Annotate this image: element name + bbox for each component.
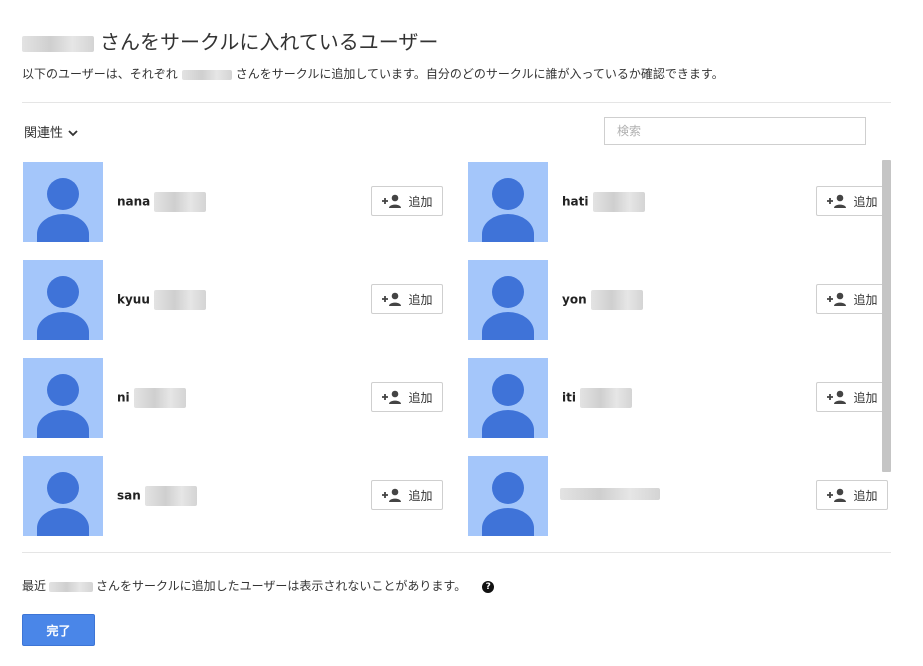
- subtitle-suffix: さんをサークルに追加しています。自分のどのサークルに誰が入っているか確認できます…: [235, 67, 724, 81]
- add-to-circle-button[interactable]: 追加: [816, 382, 888, 412]
- add-person-icon: [382, 292, 402, 306]
- user-card: ni 追加: [23, 358, 443, 438]
- add-person-icon: [382, 488, 402, 502]
- redacted-name: [592, 192, 645, 212]
- dialog-title-text: さんをサークルに入れているユーザー: [100, 30, 439, 54]
- avatar[interactable]: [468, 358, 548, 438]
- add-to-circle-button[interactable]: 追加: [816, 480, 888, 510]
- add-person-icon: [382, 194, 402, 208]
- add-to-circle-button[interactable]: 追加: [371, 480, 443, 510]
- sort-label: 関連性: [24, 126, 64, 141]
- chevron-down-icon: [68, 130, 78, 137]
- user-name[interactable]: nana: [117, 192, 207, 212]
- dialog-title: さんをサークルに入れているユーザー: [22, 26, 438, 55]
- add-person-icon: [827, 390, 847, 404]
- add-person-icon: [827, 194, 847, 208]
- add-to-circle-button[interactable]: 追加: [371, 284, 443, 314]
- redacted-name: [181, 69, 232, 80]
- redacted-name: [133, 388, 186, 408]
- redacted-name: [22, 35, 94, 52]
- redacted-name: [590, 290, 643, 310]
- add-person-icon: [827, 488, 847, 502]
- user-name[interactable]: san: [117, 486, 197, 506]
- divider-top: [22, 102, 891, 103]
- add-to-circle-button[interactable]: 追加: [816, 284, 888, 314]
- user-card: 追加: [468, 456, 888, 536]
- avatar[interactable]: [468, 260, 548, 340]
- avatar[interactable]: [23, 456, 103, 536]
- redacted-name: [144, 486, 197, 506]
- add-person-icon: [382, 390, 402, 404]
- redacted-name: [154, 192, 207, 212]
- redacted-name: [560, 487, 660, 500]
- user-name[interactable]: iti: [562, 388, 632, 408]
- redacted-name: [579, 388, 632, 408]
- user-card: nana 追加: [23, 162, 443, 242]
- avatar[interactable]: [23, 260, 103, 340]
- user-card: san 追加: [23, 456, 443, 536]
- divider-bottom: [22, 552, 891, 553]
- avatar[interactable]: [23, 162, 103, 242]
- add-to-circle-button[interactable]: 追加: [371, 382, 443, 412]
- redacted-name: [49, 581, 94, 592]
- avatar[interactable]: [468, 456, 548, 536]
- user-name[interactable]: hati: [562, 192, 645, 212]
- subtitle-prefix: 以下のユーザーは、それぞれ: [22, 67, 178, 81]
- add-to-circle-button[interactable]: 追加: [371, 186, 443, 216]
- redacted-name: [153, 290, 206, 310]
- avatar[interactable]: [468, 162, 548, 242]
- user-name[interactable]: ni: [117, 388, 186, 408]
- add-person-icon: [827, 292, 847, 306]
- search-input[interactable]: [604, 117, 866, 145]
- user-name[interactable]: kyuu: [117, 290, 206, 310]
- sort-dropdown[interactable]: 関連性: [24, 122, 78, 141]
- dialog-subtitle: 以下のユーザーは、それぞれ さんをサークルに追加しています。自分のどのサークルに誰…: [22, 65, 724, 82]
- avatar[interactable]: [23, 358, 103, 438]
- user-card: yon 追加: [468, 260, 888, 340]
- user-name[interactable]: [560, 486, 660, 500]
- user-card: hati 追加: [468, 162, 888, 242]
- user-card: kyuu 追加: [23, 260, 443, 340]
- done-button[interactable]: 完了: [22, 614, 95, 646]
- user-card: iti 追加: [468, 358, 888, 438]
- help-icon[interactable]: ?: [482, 580, 495, 593]
- add-to-circle-button[interactable]: 追加: [816, 186, 888, 216]
- footer-note: 最近 さんをサークルに追加したユーザーは表示されないことがあります。?: [22, 577, 495, 594]
- user-name[interactable]: yon: [562, 290, 643, 310]
- scrollbar[interactable]: [882, 160, 891, 472]
